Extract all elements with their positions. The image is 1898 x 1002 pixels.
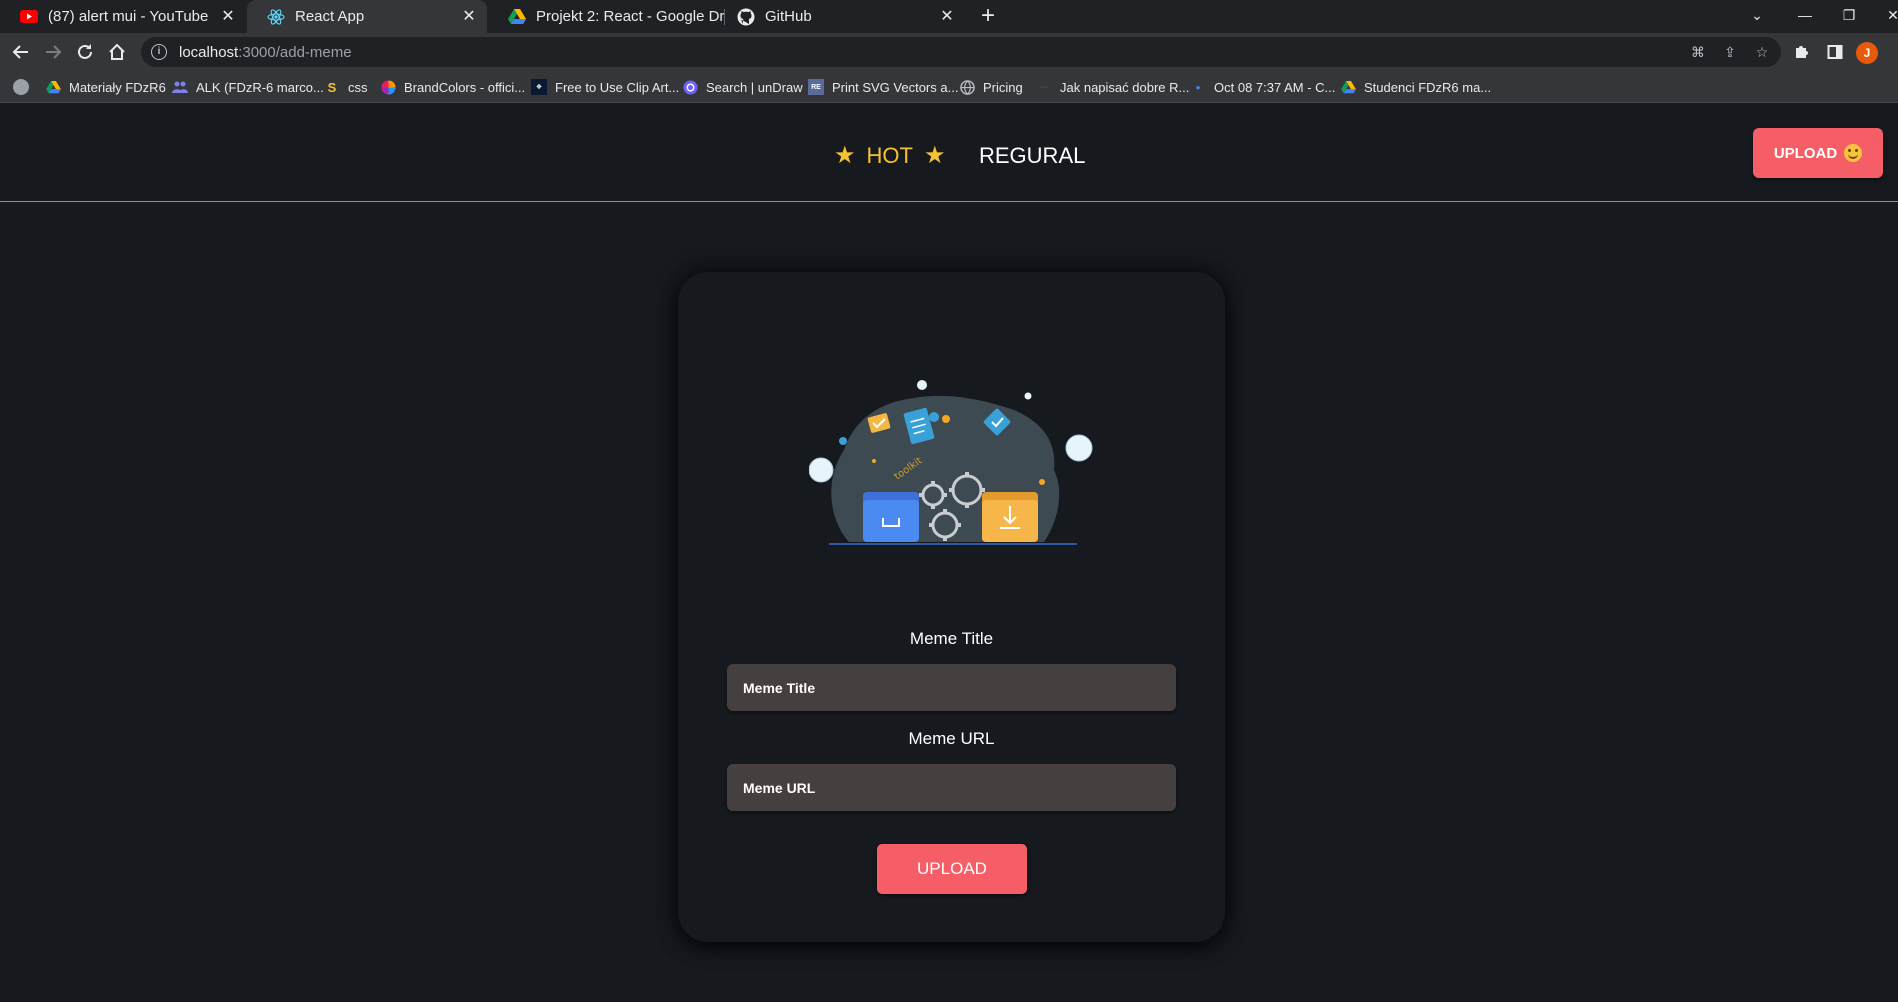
youtube-icon (20, 8, 38, 26)
tab-title: (87) alert mui - YouTube (48, 8, 209, 25)
bookmark-label: ALK (FDzR-6 marco... (196, 79, 324, 95)
bookmark-label: Print SVG Vectors a... (832, 79, 959, 95)
smiley-icon (1844, 144, 1863, 162)
url-path: :3000/add-meme (238, 43, 352, 61)
forward-icon[interactable] (40, 39, 66, 65)
bookmark-label: Materiały FDzR6 (69, 79, 166, 95)
bookmark-label: Pricing (983, 79, 1023, 95)
home-icon[interactable] (104, 39, 130, 65)
upload-submit-button[interactable]: UPLOAD (877, 844, 1027, 894)
meme-title-input[interactable] (727, 664, 1176, 711)
url-text[interactable]: localhost:3000/add-meme (179, 44, 352, 61)
bookmark-item[interactable]: ⋯ Jak napisać dobre R... (1036, 71, 1190, 103)
restore-icon[interactable]: ❐ (1829, 0, 1869, 30)
repo-icon: RE (808, 79, 824, 95)
info-icon[interactable]: i (151, 44, 167, 60)
bookmark-item[interactable]: Pricing (959, 71, 1023, 103)
app-header: ★ HOT ★ REGURAL UPLOAD (0, 103, 1898, 202)
bookmark-item[interactable]: RE Print SVG Vectors a... (808, 71, 958, 103)
bookmark-item[interactable]: ● Oct 08 7:37 AM - C... (1190, 71, 1336, 103)
bookmark-item[interactable]: Studenci FDzR6 ma... (1340, 71, 1491, 103)
close-window-icon[interactable]: ✕ (1873, 0, 1898, 30)
close-icon[interactable]: ✕ (218, 7, 238, 27)
bookmark-item[interactable]: ❖ Free to Use Clip Art... (531, 71, 679, 103)
chevron-down-icon[interactable]: ⌄ (1737, 0, 1777, 30)
google-drive-icon (1340, 79, 1356, 95)
bookmark-label: BrandColors - offici... (404, 79, 526, 95)
new-tab-icon[interactable]: + (975, 4, 1001, 30)
clipart-icon: ❖ (531, 79, 547, 95)
bookmark-label: Search | unDraw (706, 79, 803, 95)
teams-icon (172, 79, 188, 95)
github-icon (737, 8, 755, 26)
browser-tab-youtube[interactable]: (87) alert mui - YouTube ✕ (0, 0, 246, 33)
nav-link-hot[interactable]: ★ HOT ★ (834, 141, 945, 170)
extensions-icon[interactable] (1790, 41, 1812, 63)
close-icon[interactable]: ✕ (937, 7, 957, 27)
profile-avatar[interactable]: J (1856, 42, 1878, 64)
bookmark-star-icon[interactable]: ☆ (1753, 43, 1771, 61)
browser-tab-google-drive[interactable]: Projekt 2: React - Google Drive (488, 0, 724, 33)
nav-link-regural[interactable]: REGURAL (979, 143, 1085, 169)
address-bar[interactable]: i localhost:3000/add-meme ⌘ ⇪ ☆ (141, 37, 1781, 67)
close-icon[interactable]: ✕ (459, 7, 479, 27)
tab-title: React App (295, 8, 365, 25)
google-drive-icon (45, 79, 61, 95)
bookmark-label: Oct 08 7:37 AM - C... (1214, 79, 1336, 95)
star-icon: ★ (834, 142, 856, 169)
meme-url-input[interactable] (727, 764, 1176, 811)
apps-icon[interactable] (13, 79, 29, 95)
bookmark-item[interactable]: BrandColors - offici... (380, 71, 525, 103)
css-icon: S (327, 79, 337, 95)
nav-hot-label: HOT (866, 142, 913, 168)
browser-toolbar: i localhost:3000/add-meme ⌘ ⇪ ☆ J (0, 33, 1898, 71)
google-drive-icon (508, 8, 526, 26)
bookmark-item[interactable]: S css (324, 71, 368, 103)
bookmark-item[interactable]: Materiały FDzR6 (45, 71, 166, 103)
brandcolors-icon (380, 79, 396, 95)
share-icon[interactable]: ⇪ (1721, 43, 1739, 61)
undraw-icon (682, 79, 698, 95)
minimize-icon[interactable]: — (1785, 0, 1825, 30)
browser-tab-react-app[interactable]: React App ✕ (247, 0, 487, 33)
meme-title-label: Meme Title (909, 629, 994, 648)
browser-tab-github[interactable]: GitHub ✕ (725, 0, 965, 33)
react-icon (267, 8, 285, 26)
upload-illustration: toolkit (809, 380, 1093, 545)
header-upload-label: UPLOAD (1773, 144, 1838, 162)
reload-icon[interactable] (72, 39, 98, 65)
bookmark-label: Studenci FDzR6 ma... (1364, 79, 1492, 95)
bookmark-label: Free to Use Clip Art... (555, 79, 680, 95)
header-upload-button[interactable]: UPLOAD (1753, 128, 1883, 178)
bookmark-label: css (348, 79, 368, 95)
tab-title: GitHub (765, 8, 812, 25)
star-icon: ★ (923, 142, 946, 169)
globe-icon (959, 79, 975, 95)
translate-icon[interactable]: ⌘ (1689, 43, 1707, 61)
tab-title: Projekt 2: React - Google Drive (536, 8, 724, 25)
add-meme-card: toolkit Meme Title Meme URL UPLOAD (678, 272, 1225, 942)
dot-icon: ● (1195, 82, 1201, 92)
url-host: localhost (179, 43, 239, 61)
browser-tab-strip: (87) alert mui - YouTube ✕ React App ✕ P… (0, 0, 1898, 33)
bookmark-label: Jak napisać dobre R... (1060, 79, 1190, 95)
bookmark-item[interactable]: Search | unDraw (682, 71, 803, 103)
dots-icon: ⋯ (1039, 81, 1049, 92)
back-icon[interactable] (8, 39, 34, 65)
bookmark-item[interactable]: ALK (FDzR-6 marco... (172, 71, 324, 103)
side-panel-icon[interactable] (1824, 41, 1846, 63)
bookmarks-bar: Materiały FDzR6 ALK (FDzR-6 marco... S c… (0, 71, 1898, 103)
meme-url-label: Meme URL (908, 729, 995, 748)
